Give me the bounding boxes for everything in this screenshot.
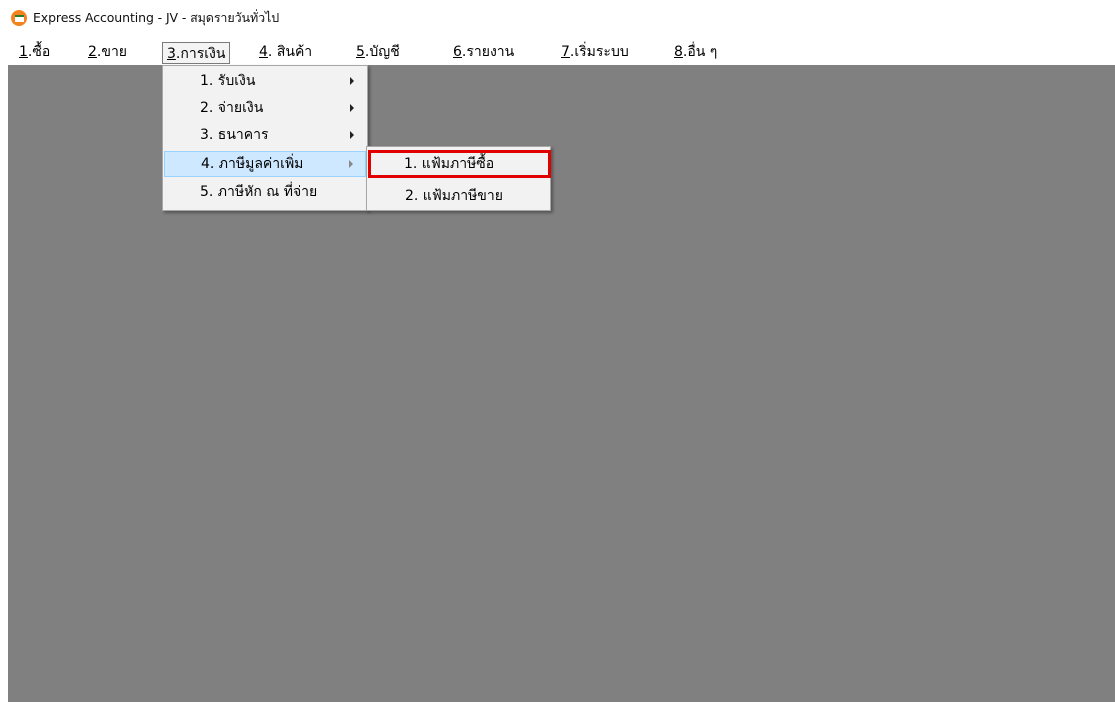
submenu-item-purchase-tax-file[interactable]: 1. แฟ้มภาษีซื้อ [368,150,551,178]
menu-item-withholding-tax[interactable]: 5. ภาษีหัก ณ ที่จ่าย [164,179,366,205]
triangle-right-icon [350,131,354,139]
menu-purchase[interactable]: 1.ซื้อ [15,41,54,63]
menu-item-receive-money[interactable]: 1. รับเงิน [164,68,366,94]
vat-submenu: 1. แฟ้มภาษีซื้อ 2. แฟ้มภาษีขาย [366,146,551,211]
window-title: Express Accounting - JV - สมุดรายวันทั่ว… [33,10,280,25]
menu-accounts[interactable]: 5.บัญชี [352,41,404,63]
finance-dropdown-menu: 1. รับเงิน 2. จ่ายเงิน 3. ธนาคาร 4. ภาษี… [162,65,368,211]
menu-item-bank[interactable]: 3. ธนาคาร [164,122,366,148]
triangle-right-icon [350,77,354,85]
menu-item-pay-money[interactable]: 2. จ่ายเงิน [164,95,366,121]
menu-inventory[interactable]: 4. สินค้า [255,41,316,63]
submenu-item-sales-tax-file[interactable]: 2. แฟ้มภาษีขาย [369,182,547,210]
menu-sales[interactable]: 2.ขาย [84,41,131,63]
triangle-right-icon [349,160,353,168]
express-logo-icon [11,10,27,26]
menu-others[interactable]: 8.อื่น ๆ [670,41,721,63]
menu-bar: 1.ซื้อ 2.ขาย 3.การเงิน 4. สินค้า 5.บัญชี… [0,36,1115,65]
menu-finance[interactable]: 3.การเงิน [162,42,231,64]
title-bar: Express Accounting - JV - สมุดรายวันทั่ว… [0,0,1115,36]
menu-item-vat[interactable]: 4. ภาษีมูลค่าเพิ่ม [164,151,366,177]
triangle-right-icon [350,104,354,112]
menu-reports[interactable]: 6.รายงาน [449,41,518,63]
menu-setup[interactable]: 7.เริ่มระบบ [557,41,633,63]
